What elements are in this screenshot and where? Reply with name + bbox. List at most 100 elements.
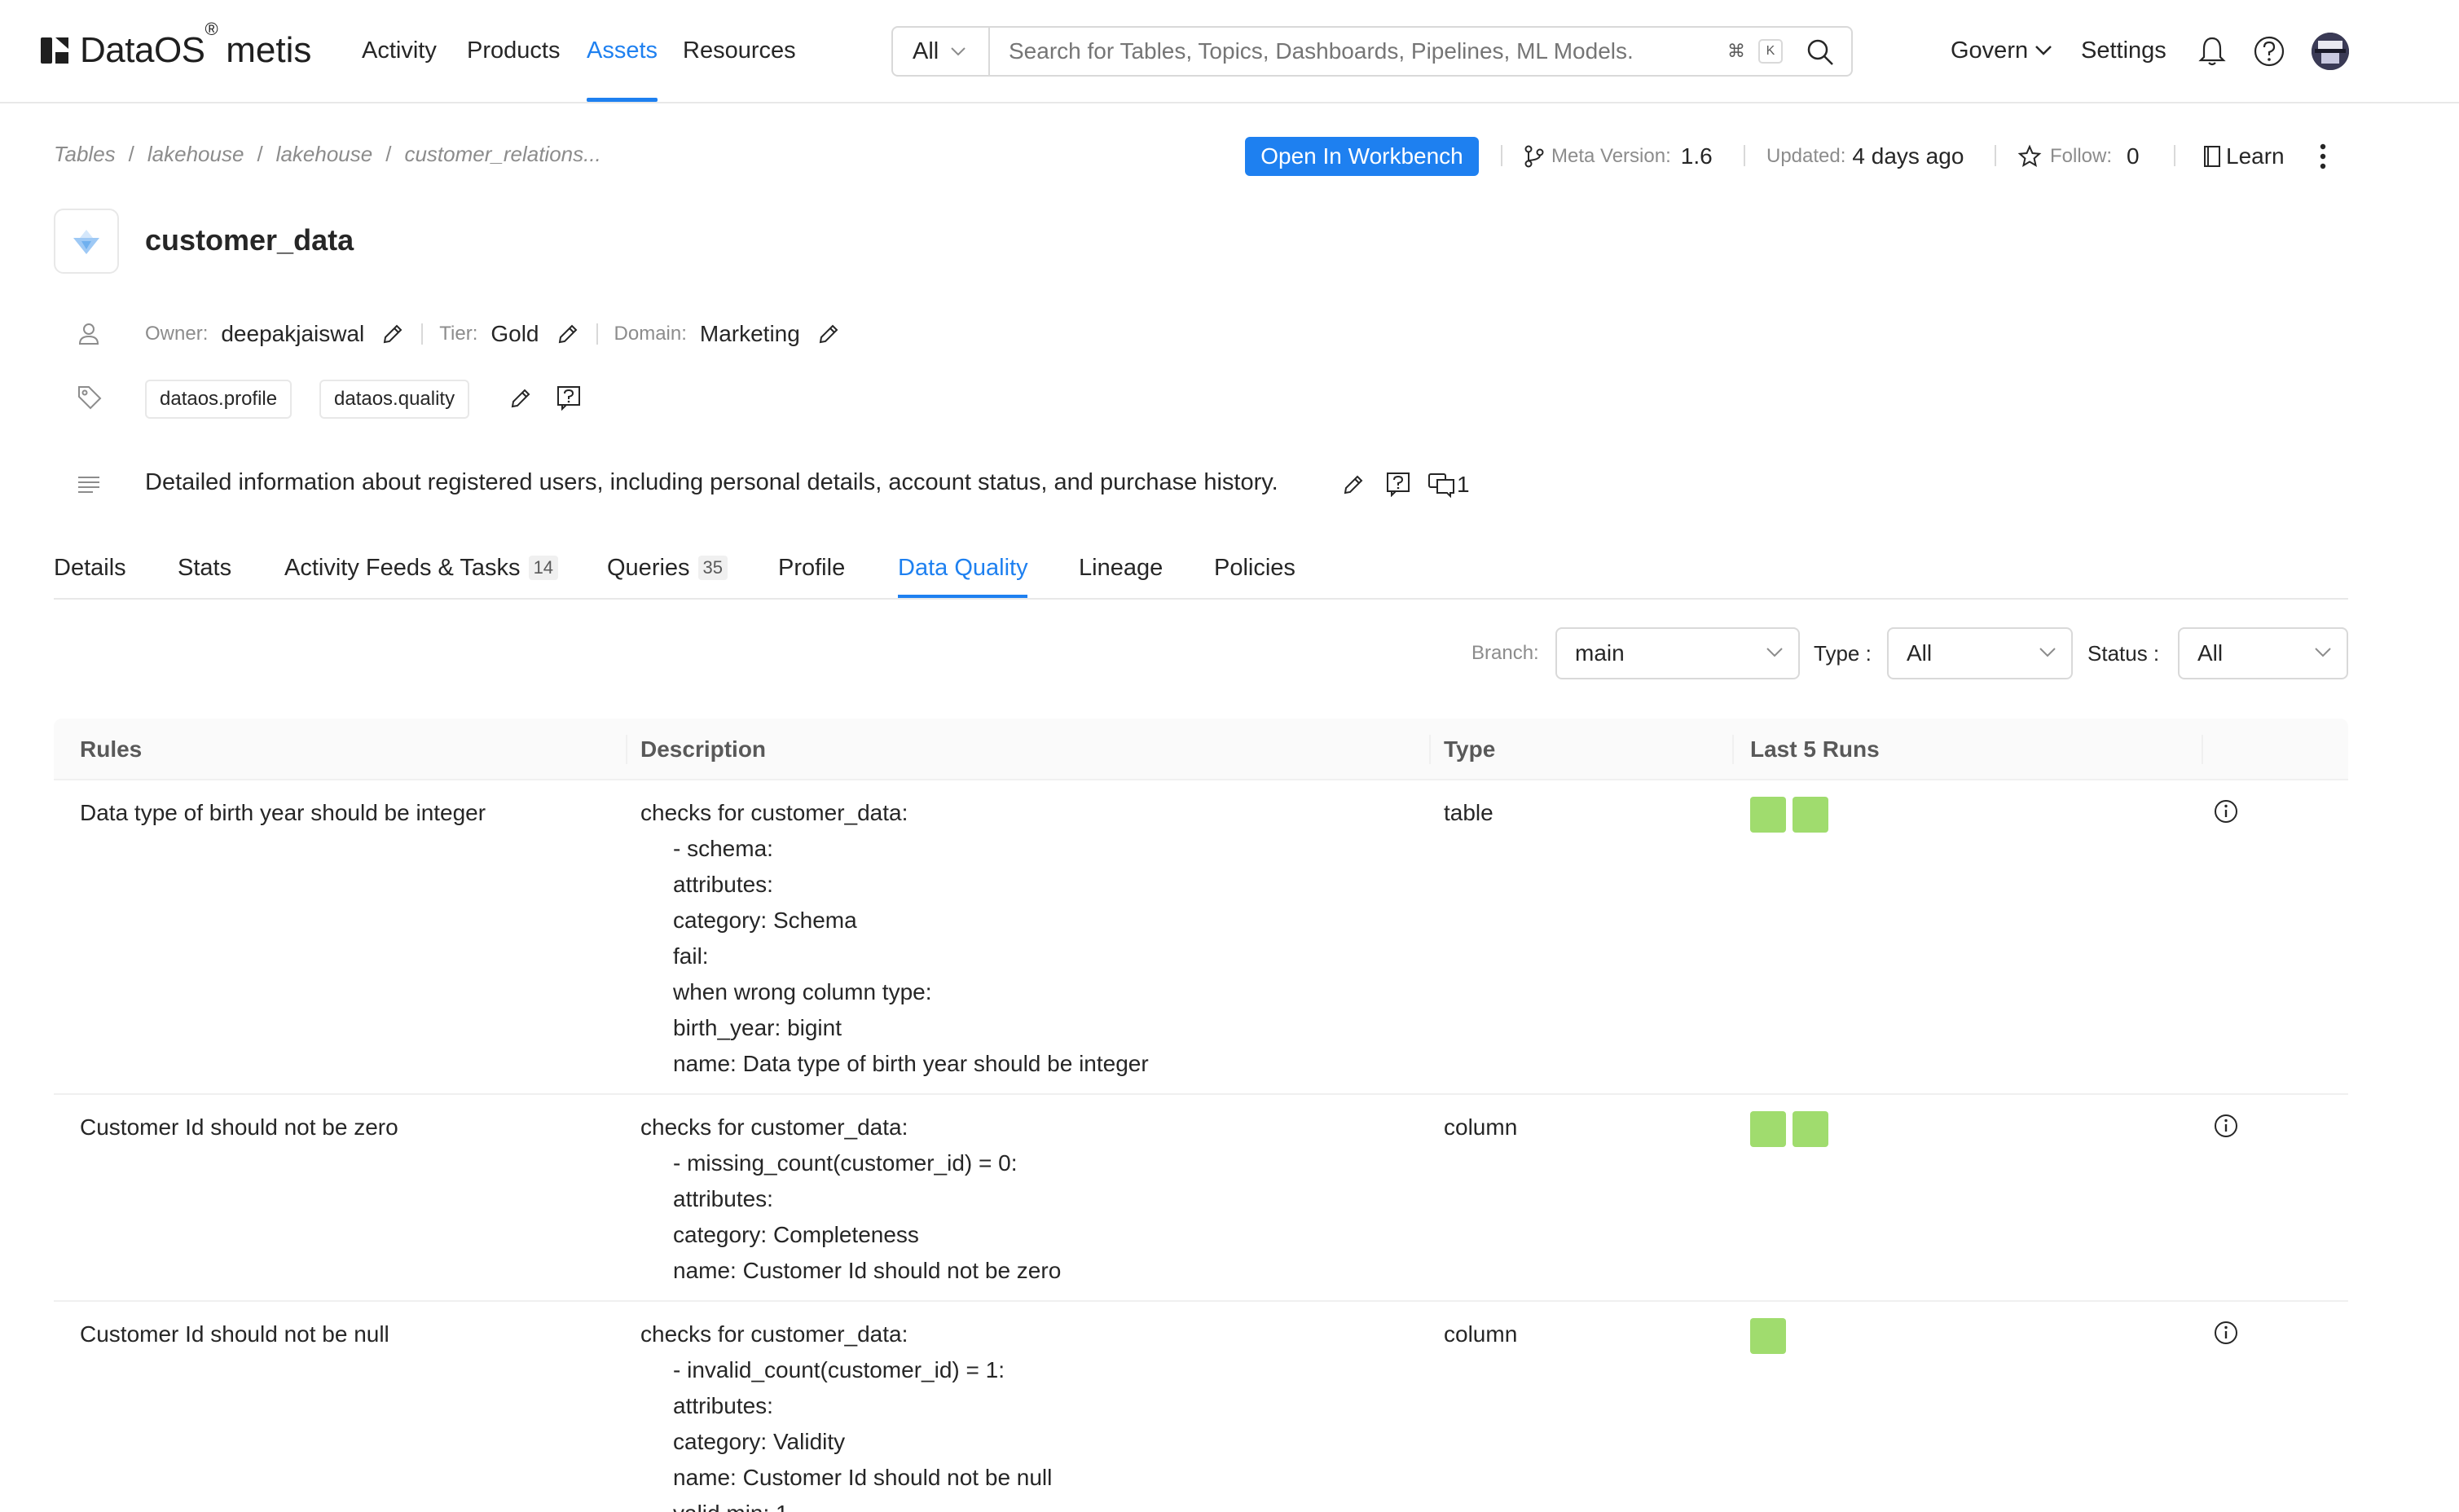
status-select[interactable]: All <box>2178 627 2348 679</box>
global-search: All ⌘ K <box>891 26 1853 77</box>
table-row[interactable]: Customer Id should not be zero checks fo… <box>54 1095 2348 1302</box>
top-navigation: DataOS® metis Activity Products Assets R… <box>0 0 2459 103</box>
nav-resources[interactable]: Resources <box>683 34 796 67</box>
run-pass-indicator[interactable] <box>1793 797 1828 833</box>
follow-button[interactable]: Follow: 0 <box>2017 140 2140 173</box>
owner-value[interactable]: deepakjaiswal <box>221 321 364 347</box>
rule-type: table <box>1444 800 1493 825</box>
dataos-logo-icon <box>41 37 68 64</box>
table-header: Rules Description Type Last 5 Runs <box>54 719 2348 780</box>
breadcrumb: Tables / lakehouse / lakehouse / customer_r… <box>54 142 601 167</box>
user-avatar[interactable] <box>2312 33 2349 70</box>
star-icon <box>2017 144 2042 168</box>
chevron-down-icon <box>2315 648 2331 657</box>
search-input[interactable] <box>1009 28 1742 75</box>
column-header-rules[interactable]: Rules <box>80 719 142 780</box>
last-runs <box>1750 1111 1835 1147</box>
more-options-icon[interactable] <box>2314 142 2332 171</box>
tab-queries[interactable]: Queries 35 <box>607 547 728 588</box>
tag-chip[interactable]: dataos.profile <box>145 380 293 419</box>
meta-version[interactable]: Meta Version: 1.6 <box>1524 140 1713 173</box>
dataos-logo[interactable]: DataOS® metis <box>39 19 312 72</box>
tier-value[interactable]: Gold <box>490 321 539 347</box>
divider <box>1744 145 1745 166</box>
tab-lineage[interactable]: Lineage <box>1079 547 1163 588</box>
kbd-cmd: ⌘ <box>1727 41 1745 61</box>
status-label: Status : <box>2087 641 2160 666</box>
bell-icon[interactable] <box>2197 35 2227 68</box>
table-row[interactable]: Customer Id should not be null checks fo… <box>54 1302 2348 1512</box>
tag-icon <box>78 386 102 410</box>
asset-tabs: Details Stats Activity Feeds & Tasks 14 Q… <box>54 547 2348 600</box>
run-pass-indicator[interactable] <box>1750 1111 1786 1147</box>
conversations-button[interactable]: 1 <box>1427 469 1470 500</box>
nav-products[interactable]: Products <box>467 34 560 67</box>
run-pass-indicator[interactable] <box>1750 797 1786 833</box>
asset-properties: Owner: deepakjaiswal Tier: Gold Domain: … <box>145 319 841 349</box>
edit-domain-icon[interactable] <box>816 322 841 346</box>
tab-details[interactable]: Details <box>54 547 126 588</box>
learn-button[interactable]: Learn <box>2202 140 2285 173</box>
edit-owner-icon[interactable] <box>381 322 405 346</box>
edit-tags-icon[interactable] <box>508 386 533 411</box>
request-description-icon[interactable] <box>1385 471 1411 497</box>
breadcrumb-schema[interactable]: customer_relations... <box>404 142 600 167</box>
info-icon[interactable] <box>2213 1320 2239 1346</box>
nav-activity[interactable]: Activity <box>362 34 437 67</box>
git-branch-icon <box>1524 145 1544 168</box>
branch-label: Branch: <box>1471 642 1539 664</box>
chevron-down-icon <box>2035 46 2052 55</box>
rule-type: column <box>1444 1321 1518 1347</box>
rule-description: checks for customer_data: - missing_coun… <box>640 1114 1062 1283</box>
asset-title: customer_data <box>145 223 354 257</box>
breadcrumb-tables[interactable]: Tables <box>54 142 116 167</box>
kbd-k: K <box>1758 39 1783 64</box>
tab-policies[interactable]: Policies <box>1214 547 1295 588</box>
run-pass-indicator[interactable] <box>1750 1318 1786 1354</box>
column-divider <box>1732 735 1734 764</box>
info-icon[interactable] <box>2213 798 2239 824</box>
column-header-last-runs[interactable]: Last 5 Runs <box>1750 719 1880 780</box>
column-header-description[interactable]: Description <box>640 719 766 780</box>
open-in-workbench-button[interactable]: Open In Workbench <box>1245 137 1479 176</box>
asset-description: Detailed information about registered us… <box>145 469 1278 495</box>
tab-profile[interactable]: Profile <box>778 547 845 588</box>
settings-link[interactable]: Settings <box>2081 34 2166 67</box>
branch-select[interactable]: main <box>1555 627 1800 679</box>
breadcrumb-service[interactable]: lakehouse <box>147 142 244 167</box>
breadcrumb-database[interactable]: lakehouse <box>276 142 373 167</box>
run-pass-indicator[interactable] <box>1793 1111 1828 1147</box>
column-header-type[interactable]: Type <box>1444 719 1495 780</box>
nav-assets[interactable]: Assets <box>587 34 658 67</box>
iceberg-icon <box>73 230 99 254</box>
divider <box>2174 145 2175 166</box>
active-nav-indicator <box>587 98 658 102</box>
edit-description-icon[interactable] <box>1341 472 1366 497</box>
divider <box>1501 145 1502 166</box>
user-icon <box>78 323 99 345</box>
brand-name: DataOS® <box>80 19 218 70</box>
tab-stats[interactable]: Stats <box>178 547 231 588</box>
edit-tier-icon[interactable] <box>556 322 580 346</box>
search-scope-select[interactable]: All <box>893 28 990 75</box>
search-icon[interactable] <box>1806 37 1835 67</box>
help-icon[interactable] <box>2253 35 2285 68</box>
tag-chip[interactable]: dataos.quality <box>319 380 470 419</box>
chevron-down-icon <box>951 47 966 56</box>
divider <box>1995 145 1996 166</box>
tab-activity-feeds[interactable]: Activity Feeds & Tasks 14 <box>284 547 559 588</box>
tab-data-quality[interactable]: Data Quality <box>898 547 1028 588</box>
rule-description: checks for customer_data: - invalid_coun… <box>640 1321 1053 1512</box>
product-name: metis <box>226 30 312 70</box>
type-select[interactable]: All <box>1887 627 2073 679</box>
activity-count-badge: 14 <box>528 556 559 580</box>
chevron-down-icon <box>1766 648 1783 657</box>
domain-value[interactable]: Marketing <box>700 321 800 347</box>
govern-menu[interactable]: Govern <box>1951 34 2052 67</box>
rule-name: Customer Id should not be zero <box>80 1114 398 1140</box>
info-icon[interactable] <box>2213 1113 2239 1139</box>
table-row[interactable]: Data type of birth year should be intege… <box>54 780 2348 1095</box>
request-tags-icon[interactable] <box>556 385 582 411</box>
divider <box>596 323 598 345</box>
column-divider <box>626 735 627 764</box>
